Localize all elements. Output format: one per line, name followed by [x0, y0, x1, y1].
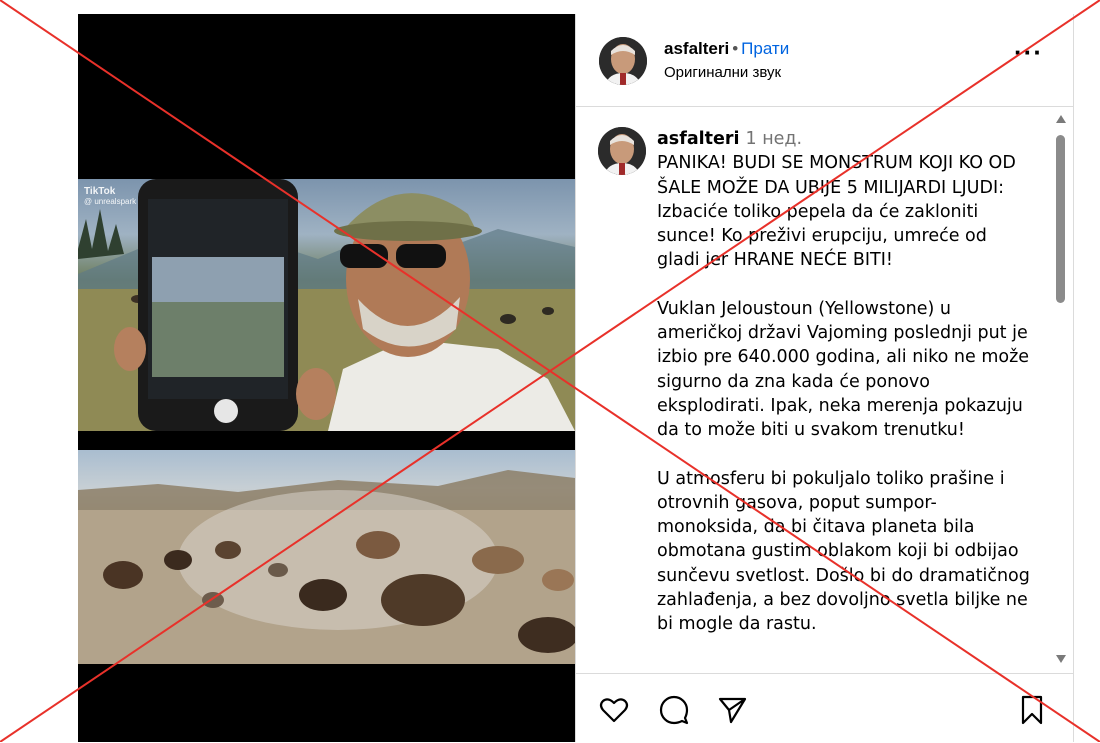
caption-paragraph: U atmosferu bi pokuljalo toliko prašine … [657, 468, 1036, 635]
scroll-up-arrow-icon[interactable] [1056, 115, 1066, 123]
heart-icon[interactable] [598, 694, 630, 726]
caption-paragraph: PANIKA! BUDI SE MONSTRUM KOJI KO OD ŠALE… [657, 153, 1022, 271]
watermark-brand: TikTok [84, 186, 116, 197]
caption-scroll-area[interactable]: asfalteri 1 нед. PANIKA! BUDI SE MONSTRUM… [576, 107, 1073, 673]
video-frame-animals [78, 450, 575, 664]
caption-avatar[interactable] [598, 127, 646, 175]
caption-time[interactable]: 1 нед. [746, 129, 803, 149]
video-frame-selfie: TikTok @ unrealspark [78, 179, 575, 431]
watermark-handle: @ unrealspark [84, 197, 137, 206]
author-line: asfalteri • Прати [664, 38, 789, 60]
comment-icon[interactable] [658, 694, 690, 726]
scroll-down-arrow-icon[interactable] [1056, 655, 1066, 663]
separator-dot: • [732, 39, 739, 58]
caption-username[interactable]: asfalteri [657, 129, 740, 149]
author-username[interactable]: asfalteri [664, 39, 729, 58]
caption-text: asfalteri 1 нед. PANIKA! BUDI SE MONSTRUM… [657, 127, 1033, 661]
post-details-panel: asfalteri • Прати Оригинални звук ··· asfa… [575, 14, 1074, 742]
author-avatar[interactable] [599, 37, 647, 85]
caption-scrollbar[interactable] [1051, 107, 1069, 673]
tiktok-watermark: TikTok @ unrealspark [84, 187, 136, 207]
scroll-thumb[interactable] [1056, 135, 1065, 303]
post-header: asfalteri • Прати Оригинални звук ··· [576, 14, 1073, 107]
caption-paragraph: Vuklan Jeloustoun (Yellowstone) u američ… [657, 298, 1035, 441]
bookmark-icon[interactable] [1016, 694, 1048, 726]
post-media[interactable]: TikTok @ unrealspark [78, 14, 575, 742]
follow-button[interactable]: Прати [741, 39, 789, 58]
action-bar [576, 673, 1073, 743]
share-icon[interactable] [716, 694, 748, 726]
audio-label[interactable]: Оригинални звук [664, 64, 781, 81]
more-options-icon[interactable]: ··· [1014, 39, 1043, 65]
